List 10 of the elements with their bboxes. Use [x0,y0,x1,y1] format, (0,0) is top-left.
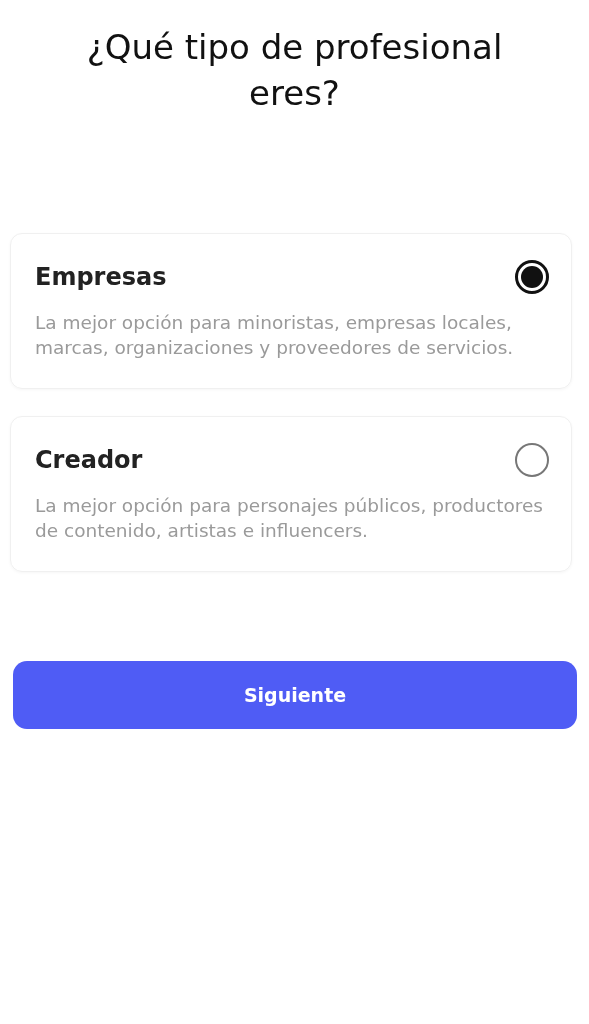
option-title: Creador [35,446,143,474]
page-title: ¿Qué tipo de profesional eres? [85,26,504,115]
radio-button[interactable] [515,443,549,477]
option-description: La mejor opción para personajes públicos, productores de contenido, artistas e influencers. [35,494,544,543]
radio-button[interactable] [515,260,549,294]
option-description: La mejor opción para minoristas, empresas locales, marcas, organizaciones y proveedores de servicios. [35,311,515,360]
next-button[interactable]: Siguiente [13,661,577,729]
option-card[interactable]: Creador La mejor opción para personajes públicos, productores de contenido, artistas e influencers. [10,416,572,572]
option-title: Empresas [35,263,167,291]
option-card[interactable]: Empresas La mejor opción para minoristas, empresas locales, marcas, organizaciones y proveedores de servicios. [10,233,572,389]
